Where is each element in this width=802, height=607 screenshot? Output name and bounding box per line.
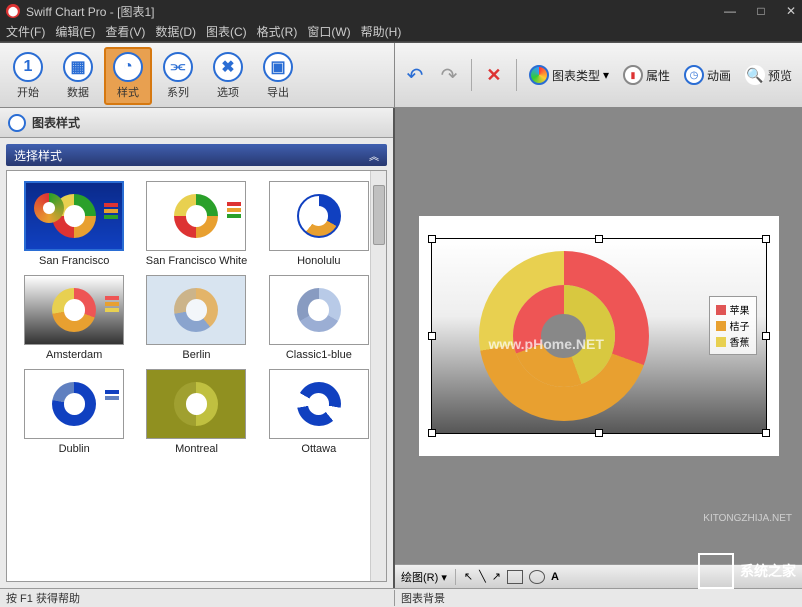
menu-chart[interactable]: 图表(C) — [206, 23, 247, 40]
separator — [516, 59, 517, 91]
series-icon: ⫘ — [163, 52, 193, 82]
separator — [471, 59, 472, 91]
rect-tool-icon[interactable] — [507, 570, 523, 584]
resize-handle[interactable] — [762, 429, 770, 437]
tb-data[interactable]: ▦数据 — [54, 47, 102, 105]
resize-handle[interactable] — [762, 235, 770, 243]
line-tool-icon[interactable]: ╲ — [479, 570, 486, 583]
style-san-francisco-white[interactable]: San Francisco White — [139, 181, 253, 267]
tools-icon: ✖ — [213, 52, 243, 82]
selection-box[interactable] — [431, 238, 767, 434]
style-honolulu[interactable]: Honolulu — [262, 181, 376, 267]
toolbar-left: 1开始 ▦数据 ◔样式 ⫘系列 ✖选项 ▣导出 — [0, 43, 395, 107]
text-tool-icon[interactable]: A — [551, 571, 559, 583]
menu-view[interactable]: 查看(V) — [105, 23, 145, 40]
app-icon: ⬤ — [6, 4, 20, 18]
redo-button[interactable]: ↷ — [435, 61, 463, 89]
style-berlin[interactable]: Berlin — [139, 275, 253, 361]
tb-series[interactable]: ⫘系列 — [154, 47, 202, 105]
menu-data[interactable]: 数据(D) — [155, 23, 196, 40]
window-title: Swiff Chart Pro - [图表1] — [26, 3, 706, 20]
panel-title: 图表样式 — [32, 114, 80, 131]
scrollbar[interactable] — [370, 171, 386, 581]
status-right: 图表背景 — [395, 590, 802, 606]
tb-options[interactable]: ✖选项 — [204, 47, 252, 105]
preview-button[interactable]: 🔍 预览 — [741, 63, 796, 87]
resize-handle[interactable] — [428, 332, 436, 340]
collapse-icon[interactable]: ︽ — [369, 148, 379, 163]
style-classic1-blue[interactable]: Classic1-blue — [262, 275, 376, 361]
menu-file[interactable]: 文件(F) — [6, 23, 45, 40]
undo-button[interactable]: ↶ — [401, 61, 429, 89]
props-button[interactable]: ▮ 属性 — [619, 63, 674, 87]
status-left: 按 F1 获得帮助 — [0, 590, 395, 606]
tb-start[interactable]: 1开始 — [4, 47, 52, 105]
props-icon: ▮ — [623, 65, 643, 85]
separator — [455, 569, 456, 585]
left-panel: 图表样式 选择样式 ︽ San Francisco San Francisco … — [0, 108, 395, 588]
scrollbar-thumb[interactable] — [373, 185, 385, 245]
minimize-button[interactable]: — — [724, 4, 736, 18]
style-select-label: 选择样式 — [14, 147, 62, 164]
right-panel: 苹果 桔子 香蕉 www.pHome.NET KITONGZHIJA.NET — [395, 108, 802, 588]
menu-bar: 文件(F) 编辑(E) 查看(V) 数据(D) 图表(C) 格式(R) 窗口(W… — [0, 22, 802, 42]
chevron-down-icon: ▾ — [603, 68, 609, 82]
ellipse-tool-icon[interactable] — [529, 570, 545, 584]
window-controls: — □ ✕ — [706, 4, 796, 18]
anim-button[interactable]: ◷ 动画 — [680, 63, 735, 87]
resize-handle[interactable] — [428, 429, 436, 437]
maximize-button[interactable]: □ — [757, 4, 764, 18]
menu-edit[interactable]: 编辑(E) — [55, 23, 95, 40]
resize-handle[interactable] — [762, 332, 770, 340]
resize-handle[interactable] — [595, 429, 603, 437]
title-bar: ⬤ Swiff Chart Pro - [图表1] — □ ✕ — [0, 0, 802, 22]
toolbar: 1开始 ▦数据 ◔样式 ⫘系列 ✖选项 ▣导出 ↶ ↷ ✕ 图表类型 ▾ ▮ 属… — [0, 42, 802, 108]
style-select-bar[interactable]: 选择样式 ︽ — [6, 144, 387, 166]
style-montreal[interactable]: Montreal — [139, 369, 253, 455]
style-dublin[interactable]: Dublin — [17, 369, 131, 455]
style-icon: ◔ — [113, 52, 143, 82]
chart-type-button[interactable]: 图表类型 ▾ — [525, 63, 613, 87]
watermark-2: KITONGZHIJA.NET — [703, 513, 792, 524]
magnify-icon: 🔍 — [745, 65, 765, 85]
main-area: 图表样式 选择样式 ︽ San Francisco San Francisco … — [0, 108, 802, 588]
tb-export[interactable]: ▣导出 — [254, 47, 302, 105]
chart-canvas[interactable]: 苹果 桔子 香蕉 www.pHome.NET — [419, 216, 779, 456]
menu-help[interactable]: 帮助(H) — [361, 23, 402, 40]
save-icon: ▣ — [263, 52, 293, 82]
arrow-line-icon[interactable]: ↗ — [492, 570, 501, 583]
style-icon — [8, 114, 26, 132]
toolbar-right: ↶ ↷ ✕ 图表类型 ▾ ▮ 属性 ◷ 动画 🔍 预览 — [395, 43, 802, 107]
close-button[interactable]: ✕ — [786, 4, 796, 18]
draw-toolbar: 绘图(R) ▾ ↖ ╲ ↗ A — [395, 564, 802, 588]
chart-type-icon — [529, 65, 549, 85]
style-amsterdam[interactable]: Amsterdam — [17, 275, 131, 361]
tb-style[interactable]: ◔样式 — [104, 47, 152, 105]
clock-icon: ◷ — [684, 65, 704, 85]
menu-window[interactable]: 窗口(W) — [307, 23, 350, 40]
resize-handle[interactable] — [428, 235, 436, 243]
resize-handle[interactable] — [595, 235, 603, 243]
panel-header: 图表样式 — [0, 108, 393, 138]
canvas-area[interactable]: 苹果 桔子 香蕉 www.pHome.NET KITONGZHIJA.NET — [395, 108, 802, 564]
status-bar: 按 F1 获得帮助 图表背景 — [0, 588, 802, 607]
style-san-francisco[interactable]: San Francisco — [17, 181, 131, 267]
chevron-down-icon: ▾ — [441, 572, 447, 584]
number-1-icon: 1 — [13, 52, 43, 82]
style-ottawa[interactable]: Ottawa — [262, 369, 376, 455]
grid-icon: ▦ — [63, 52, 93, 82]
menu-format[interactable]: 格式(R) — [257, 23, 298, 40]
draw-menu[interactable]: 绘图(R) ▾ — [401, 569, 447, 585]
delete-button[interactable]: ✕ — [480, 61, 508, 89]
style-grid: San Francisco San Francisco White Honolu… — [6, 170, 387, 582]
arrow-tool-icon[interactable]: ↖ — [464, 570, 473, 583]
